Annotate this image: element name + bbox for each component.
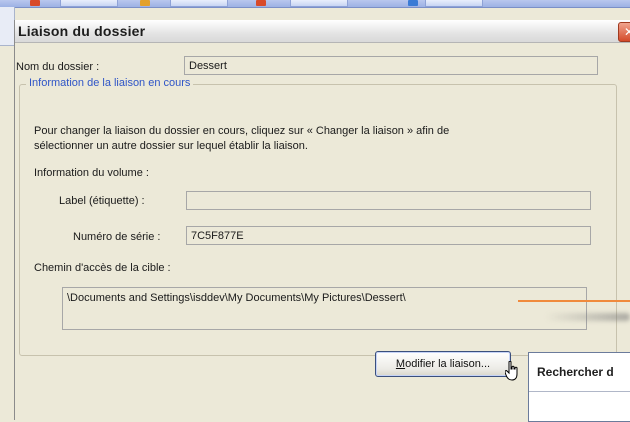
volume-info-label: Information du volume : — [34, 167, 149, 179]
volume-label-label: Label (étiquette) : — [59, 195, 145, 207]
folder-name-field[interactable]: Dessert — [184, 56, 598, 75]
target-path-field[interactable]: \Documents and Settings\isddev\My Docume… — [62, 287, 587, 330]
description-line-1: Pour changer la liaison du dossier en co… — [34, 125, 450, 137]
background-window-button[interactable] — [425, 0, 483, 7]
background-window — [0, 7, 15, 46]
description-line-2: sélectionner un autre dossier sur lequel… — [34, 140, 308, 152]
title-bar[interactable]: Liaison du dossier ✕ — [15, 20, 630, 43]
search-panel-title: Rechercher d — [537, 365, 614, 379]
modify-link-button-label: odifier la liaison... — [405, 358, 491, 370]
close-button[interactable]: ✕ — [618, 22, 630, 42]
search-panel: Rechercher d — [528, 352, 630, 422]
volume-label-field[interactable] — [186, 191, 591, 210]
annotation-line — [518, 300, 630, 302]
link-info-group-title: Information de la liaison en cours — [26, 77, 194, 89]
search-panel-divider — [529, 391, 630, 392]
mouse-cursor-icon — [505, 361, 518, 381]
folder-name-label: Nom du dossier : — [16, 61, 100, 73]
background-window-button[interactable] — [290, 0, 348, 7]
close-icon: ✕ — [623, 25, 630, 39]
modify-link-button-mnemonic: M — [395, 358, 406, 370]
app-icon — [140, 0, 150, 6]
modify-link-button[interactable]: Modifier la liaison... — [375, 351, 511, 377]
app-icon — [408, 0, 418, 6]
serial-number-field[interactable]: 7C5F877E — [186, 226, 591, 245]
background-window-button[interactable] — [170, 0, 228, 7]
app-icon — [30, 0, 40, 6]
background-window-button[interactable] — [60, 0, 118, 7]
target-path-label: Chemin d'accès de la cible : — [34, 262, 171, 274]
serial-number-label: Numéro de série : — [73, 231, 161, 243]
annotation-shadow — [545, 313, 630, 321]
background-taskbar — [0, 0, 630, 8]
app-icon — [256, 0, 266, 6]
dialog-title: Liaison du dossier — [18, 23, 146, 39]
